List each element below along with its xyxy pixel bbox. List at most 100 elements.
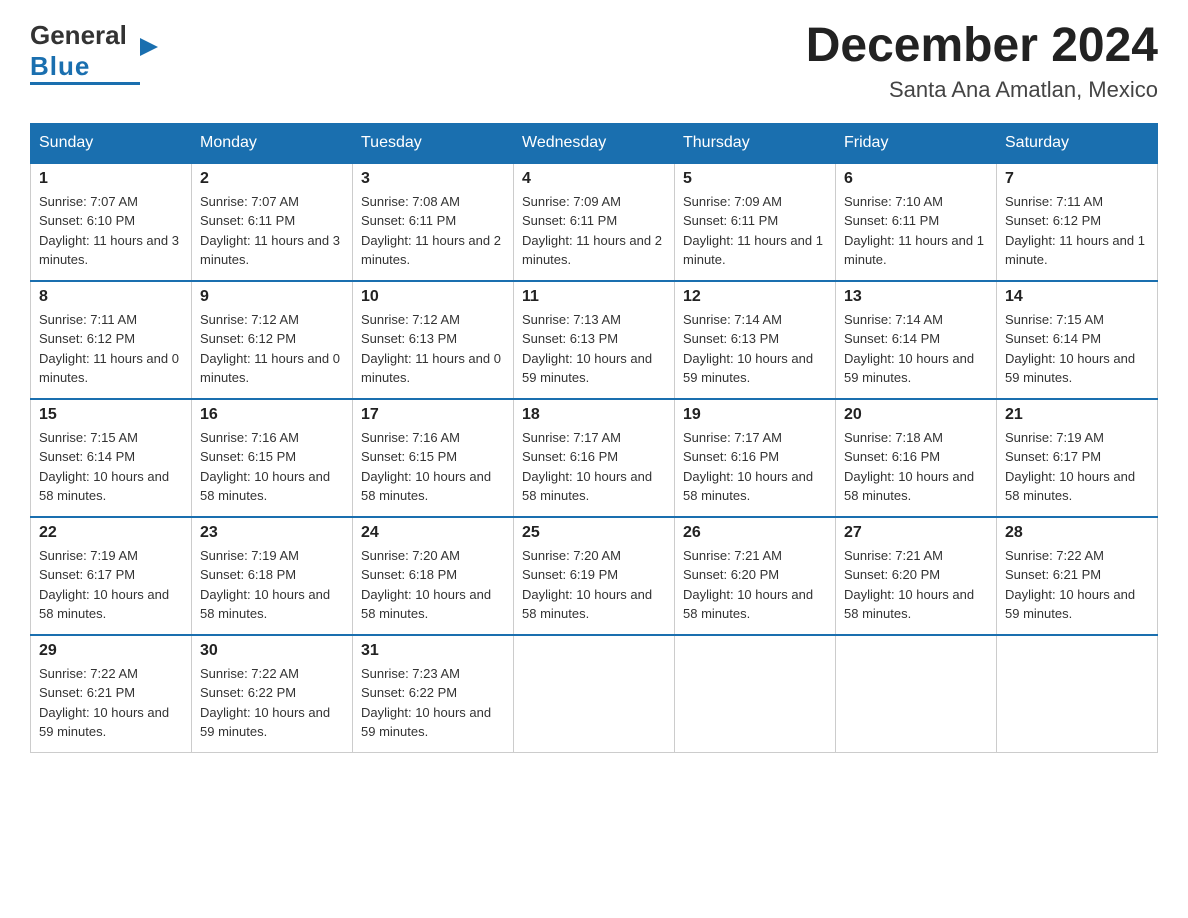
day-number: 26: [683, 524, 827, 542]
day-info: Sunrise: 7:11 AMSunset: 6:12 PMDaylight:…: [1005, 192, 1149, 270]
day-info: Sunrise: 7:22 AMSunset: 6:21 PMDaylight:…: [39, 664, 183, 742]
day-info: Sunrise: 7:18 AMSunset: 6:16 PMDaylight:…: [844, 428, 988, 506]
calendar-cell-week4-day7: 28 Sunrise: 7:22 AMSunset: 6:21 PMDayligh…: [997, 517, 1158, 635]
calendar-week-2: 8 Sunrise: 7:11 AMSunset: 6:12 PMDaylight…: [31, 281, 1158, 399]
day-number: 16: [200, 406, 344, 424]
day-number: 20: [844, 406, 988, 424]
day-info: Sunrise: 7:19 AMSunset: 6:17 PMDaylight:…: [39, 546, 183, 624]
calendar-cell-week1-day6: 6Sunrise: 7:10 AMSunset: 6:11 PMDaylight…: [836, 163, 997, 281]
day-info: Sunrise: 7:13 AMSunset: 6:13 PMDaylight:…: [522, 310, 666, 388]
month-title: December 2024: [806, 20, 1158, 73]
calendar-cell-week2-day2: 9 Sunrise: 7:12 AMSunset: 6:12 PMDaylight…: [192, 281, 353, 399]
day-info: Sunrise: 7:17 AMSunset: 6:16 PMDaylight:…: [683, 428, 827, 506]
calendar-cell-week5-day2: 30Sunrise: 7:22 AMSunset: 6:22 PMDayligh…: [192, 635, 353, 753]
day-info: Sunrise: 7:22 AMSunset: 6:21 PMDaylight:…: [1005, 546, 1149, 624]
day-info: Sunrise: 7:14 AMSunset: 6:13 PMDaylight:…: [683, 310, 827, 388]
calendar-cell-week2-day6: 13Sunrise: 7:14 AMSunset: 6:14 PMDayligh…: [836, 281, 997, 399]
weekday-header-thursday: Thursday: [675, 123, 836, 163]
day-number: 2: [200, 170, 344, 188]
day-info: Sunrise: 7:15 AMSunset: 6:14 PMDaylight:…: [39, 428, 183, 506]
calendar-week-3: 15 Sunrise: 7:15 AMSunset: 6:14 PMDayligh…: [31, 399, 1158, 517]
day-number: 29: [39, 642, 183, 660]
calendar-cell-week3-day2: 16 Sunrise: 7:16 AMSunset: 6:15 PMDayligh…: [192, 399, 353, 517]
day-number: 9: [200, 288, 344, 306]
calendar-cell-week2-day3: 10 Sunrise: 7:12 AMSunset: 6:13 PMDayligh…: [353, 281, 514, 399]
calendar-cell-week3-day6: 20 Sunrise: 7:18 AMSunset: 6:16 PMDayligh…: [836, 399, 997, 517]
day-info: Sunrise: 7:15 AMSunset: 6:14 PMDaylight:…: [1005, 310, 1149, 388]
calendar-cell-week1-day4: 4Sunrise: 7:09 AMSunset: 6:11 PMDaylight…: [514, 163, 675, 281]
day-number: 30: [200, 642, 344, 660]
day-number: 11: [522, 288, 666, 306]
calendar-cell-week5-day3: 31 Sunrise: 7:23 AMSunset: 6:22 PMDayligh…: [353, 635, 514, 753]
logo-blue-text: Blue: [30, 51, 90, 82]
day-number: 10: [361, 288, 505, 306]
day-info: Sunrise: 7:16 AMSunset: 6:15 PMDaylight:…: [361, 428, 505, 506]
calendar-cell-week1-day2: 2 Sunrise: 7:07 AMSunset: 6:11 PMDaylight…: [192, 163, 353, 281]
day-number: 27: [844, 524, 988, 542]
day-number: 7: [1005, 170, 1149, 188]
calendar-table: SundayMondayTuesdayWednesdayThursdayFrid…: [30, 123, 1158, 753]
day-info: Sunrise: 7:19 AMSunset: 6:17 PMDaylight:…: [1005, 428, 1149, 506]
calendar-cell-week5-day7: [997, 635, 1158, 753]
calendar-cell-week2-day5: 12 Sunrise: 7:14 AMSunset: 6:13 PMDayligh…: [675, 281, 836, 399]
day-number: 19: [683, 406, 827, 424]
day-info: Sunrise: 7:21 AMSunset: 6:20 PMDaylight:…: [844, 546, 988, 624]
day-info: Sunrise: 7:12 AMSunset: 6:13 PMDaylight:…: [361, 310, 505, 388]
day-number: 1: [39, 170, 183, 188]
day-info: Sunrise: 7:07 AMSunset: 6:10 PMDaylight:…: [39, 192, 183, 270]
calendar-cell-week1-day7: 7 Sunrise: 7:11 AMSunset: 6:12 PMDaylight…: [997, 163, 1158, 281]
day-number: 23: [200, 524, 344, 542]
day-number: 18: [522, 406, 666, 424]
calendar-cell-week3-day1: 15 Sunrise: 7:15 AMSunset: 6:14 PMDayligh…: [31, 399, 192, 517]
day-number: 8: [39, 288, 183, 306]
day-number: 31: [361, 642, 505, 660]
day-number: 21: [1005, 406, 1149, 424]
day-number: 24: [361, 524, 505, 542]
day-info: Sunrise: 7:09 AMSunset: 6:11 PMDaylight:…: [683, 192, 827, 270]
calendar-cell-week1-day3: 3 Sunrise: 7:08 AMSunset: 6:11 PMDaylight…: [353, 163, 514, 281]
day-number: 17: [361, 406, 505, 424]
calendar-cell-week4-day2: 23 Sunrise: 7:19 AMSunset: 6:18 PMDayligh…: [192, 517, 353, 635]
calendar-cell-week5-day4: [514, 635, 675, 753]
day-info: Sunrise: 7:20 AMSunset: 6:19 PMDaylight:…: [522, 546, 666, 624]
calendar-cell-week3-day5: 19 Sunrise: 7:17 AMSunset: 6:16 PMDayligh…: [675, 399, 836, 517]
day-info: Sunrise: 7:08 AMSunset: 6:11 PMDaylight:…: [361, 192, 505, 270]
calendar-week-4: 22Sunrise: 7:19 AMSunset: 6:17 PMDayligh…: [31, 517, 1158, 635]
calendar-cell-week4-day1: 22Sunrise: 7:19 AMSunset: 6:17 PMDayligh…: [31, 517, 192, 635]
day-info: Sunrise: 7:17 AMSunset: 6:16 PMDaylight:…: [522, 428, 666, 506]
day-number: 28: [1005, 524, 1149, 542]
day-info: Sunrise: 7:19 AMSunset: 6:18 PMDaylight:…: [200, 546, 344, 624]
title-section: December 2024 Santa Ana Amatlan, Mexico: [806, 20, 1158, 103]
weekday-header-monday: Monday: [192, 123, 353, 163]
day-info: Sunrise: 7:14 AMSunset: 6:14 PMDaylight:…: [844, 310, 988, 388]
day-number: 14: [1005, 288, 1149, 306]
day-info: Sunrise: 7:09 AMSunset: 6:11 PMDaylight:…: [522, 192, 666, 270]
day-number: 15: [39, 406, 183, 424]
weekday-header-tuesday: Tuesday: [353, 123, 514, 163]
page-header: General Blue December 2024 Santa Ana Ama…: [30, 20, 1158, 103]
calendar-cell-week5-day5: [675, 635, 836, 753]
location-title: Santa Ana Amatlan, Mexico: [806, 77, 1158, 103]
calendar-cell-week4-day5: 26 Sunrise: 7:21 AMSunset: 6:20 PMDayligh…: [675, 517, 836, 635]
day-number: 5: [683, 170, 827, 188]
day-info: Sunrise: 7:21 AMSunset: 6:20 PMDaylight:…: [683, 546, 827, 624]
weekday-header-sunday: Sunday: [31, 123, 192, 163]
calendar-cell-week3-day3: 17 Sunrise: 7:16 AMSunset: 6:15 PMDayligh…: [353, 399, 514, 517]
calendar-week-1: 1 Sunrise: 7:07 AMSunset: 6:10 PMDaylight…: [31, 163, 1158, 281]
weekday-header-wednesday: Wednesday: [514, 123, 675, 163]
calendar-week-5: 29 Sunrise: 7:22 AMSunset: 6:21 PMDayligh…: [31, 635, 1158, 753]
calendar-cell-week2-day4: 11 Sunrise: 7:13 AMSunset: 6:13 PMDayligh…: [514, 281, 675, 399]
day-info: Sunrise: 7:07 AMSunset: 6:11 PMDaylight:…: [200, 192, 344, 270]
day-info: Sunrise: 7:11 AMSunset: 6:12 PMDaylight:…: [39, 310, 183, 388]
day-info: Sunrise: 7:16 AMSunset: 6:15 PMDaylight:…: [200, 428, 344, 506]
calendar-cell-week4-day3: 24Sunrise: 7:20 AMSunset: 6:18 PMDayligh…: [353, 517, 514, 635]
calendar-cell-week5-day1: 29 Sunrise: 7:22 AMSunset: 6:21 PMDayligh…: [31, 635, 192, 753]
day-number: 3: [361, 170, 505, 188]
calendar-cell-week2-day1: 8 Sunrise: 7:11 AMSunset: 6:12 PMDaylight…: [31, 281, 192, 399]
calendar-cell-week1-day5: 5 Sunrise: 7:09 AMSunset: 6:11 PMDaylight…: [675, 163, 836, 281]
day-number: 12: [683, 288, 827, 306]
day-info: Sunrise: 7:23 AMSunset: 6:22 PMDaylight:…: [361, 664, 505, 742]
logo-underline: [30, 82, 140, 85]
day-info: Sunrise: 7:12 AMSunset: 6:12 PMDaylight:…: [200, 310, 344, 388]
day-number: 6: [844, 170, 988, 188]
